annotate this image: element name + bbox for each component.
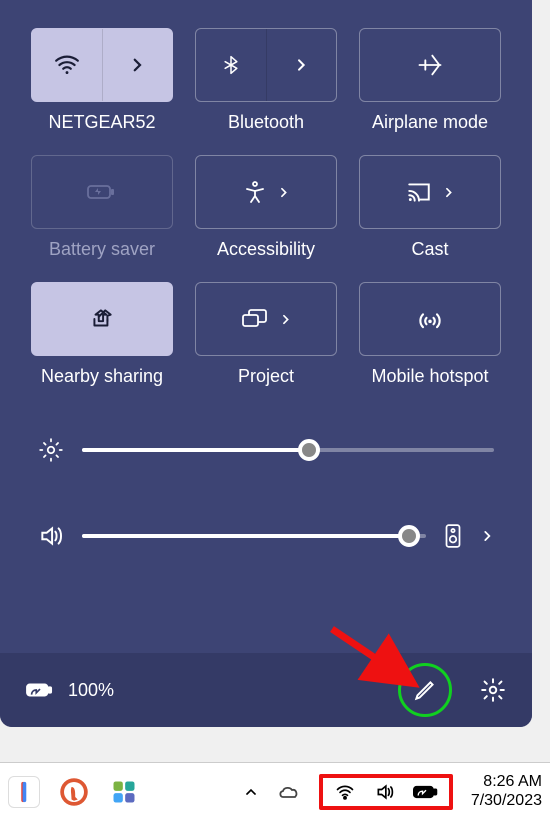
accessibility-icon [243, 180, 267, 204]
project-icon [241, 308, 269, 330]
tile-battery-label: Battery saver [49, 239, 155, 260]
audio-output-icon[interactable] [444, 523, 462, 549]
tile-cast-wrap: Cast [358, 155, 502, 260]
taskbar: 8:26 AM 7/30/2023 [0, 762, 550, 820]
bluetooth-icon [221, 52, 241, 78]
share-icon [89, 306, 115, 332]
volume-icon [38, 523, 64, 549]
battery-tray-icon[interactable] [413, 783, 439, 801]
battery-icon[interactable] [26, 680, 54, 700]
quick-settings-panel: NETGEAR52 Bluetooth [0, 0, 532, 727]
volume-slider[interactable] [82, 534, 426, 538]
battery-saver-icon [87, 182, 117, 202]
brightness-icon [38, 437, 64, 463]
tile-hotspot-wrap: Mobile hotspot [358, 282, 502, 387]
airplane-icon [416, 51, 444, 79]
tile-bluetooth-label: Bluetooth [228, 112, 304, 133]
tile-battery [31, 155, 173, 229]
tile-accessibility-wrap: Accessibility [194, 155, 338, 260]
chevron-right-icon[interactable] [480, 529, 494, 543]
tile-nearby-wrap: Nearby sharing [30, 282, 174, 387]
tile-cast[interactable] [359, 155, 501, 229]
volume-row [38, 523, 494, 549]
tile-hotspot[interactable] [359, 282, 501, 356]
tile-bluetooth[interactable] [195, 28, 337, 102]
tile-wifi-wrap: NETGEAR52 [30, 28, 174, 133]
taskbar-app-1[interactable] [8, 776, 40, 808]
chevron-right-icon [128, 56, 146, 74]
chevron-right-icon [293, 57, 309, 73]
tile-wifi-label: NETGEAR52 [48, 112, 155, 133]
duckduckgo-icon [59, 777, 89, 807]
clock-time: 8:26 AM [471, 773, 542, 791]
wifi-tray-icon[interactable] [333, 782, 357, 802]
battery-percent-text: 100% [68, 680, 114, 701]
tile-airplane-label: Airplane mode [372, 112, 488, 133]
tray-chevron-up-icon[interactable] [243, 784, 259, 800]
tile-accessibility-label: Accessibility [217, 239, 315, 260]
taskbar-app-2[interactable] [58, 776, 90, 808]
taskbar-clock[interactable]: 8:26 AM 7/30/2023 [471, 773, 542, 810]
tile-airplane[interactable] [359, 28, 501, 102]
cast-icon [406, 181, 432, 203]
chevron-right-icon [442, 186, 455, 199]
taskbar-app-3[interactable] [108, 776, 140, 808]
onedrive-icon[interactable] [277, 782, 301, 802]
gear-icon[interactable] [480, 677, 506, 703]
tile-bluetooth-toggle[interactable] [196, 29, 267, 101]
tile-project-label: Project [238, 366, 294, 387]
tile-airplane-wrap: Airplane mode [358, 28, 502, 133]
tile-bluetooth-expand[interactable] [267, 29, 337, 101]
brightness-row [38, 437, 494, 463]
app-grid-icon [110, 778, 138, 806]
tile-hotspot-label: Mobile hotspot [371, 366, 488, 387]
tile-accessibility[interactable] [195, 155, 337, 229]
tiles-grid: NETGEAR52 Bluetooth [0, 0, 532, 387]
sliders-area [0, 387, 532, 569]
tile-bluetooth-wrap: Bluetooth [194, 28, 338, 133]
tile-wifi-toggle[interactable] [32, 29, 103, 101]
google-one-icon [13, 781, 35, 803]
brightness-slider[interactable] [82, 448, 494, 452]
tile-project-wrap: Project [194, 282, 338, 387]
tile-wifi[interactable] [31, 28, 173, 102]
pencil-icon[interactable] [412, 677, 438, 703]
system-tray-highlight [319, 774, 453, 810]
hotspot-icon [416, 307, 444, 331]
tile-project[interactable] [195, 282, 337, 356]
volume-tray-icon[interactable] [373, 782, 397, 802]
edit-button-highlight [398, 663, 452, 717]
chevron-right-icon [277, 186, 290, 199]
clock-date: 7/30/2023 [471, 792, 542, 810]
wifi-icon [54, 52, 80, 78]
tile-battery-wrap: Battery saver [30, 155, 174, 260]
chevron-right-icon [279, 313, 292, 326]
tile-nearby-label: Nearby sharing [41, 366, 163, 387]
tile-wifi-expand[interactable] [103, 29, 173, 101]
tile-nearby[interactable] [31, 282, 173, 356]
panel-footer: 100% [0, 653, 532, 727]
tile-cast-label: Cast [411, 239, 448, 260]
